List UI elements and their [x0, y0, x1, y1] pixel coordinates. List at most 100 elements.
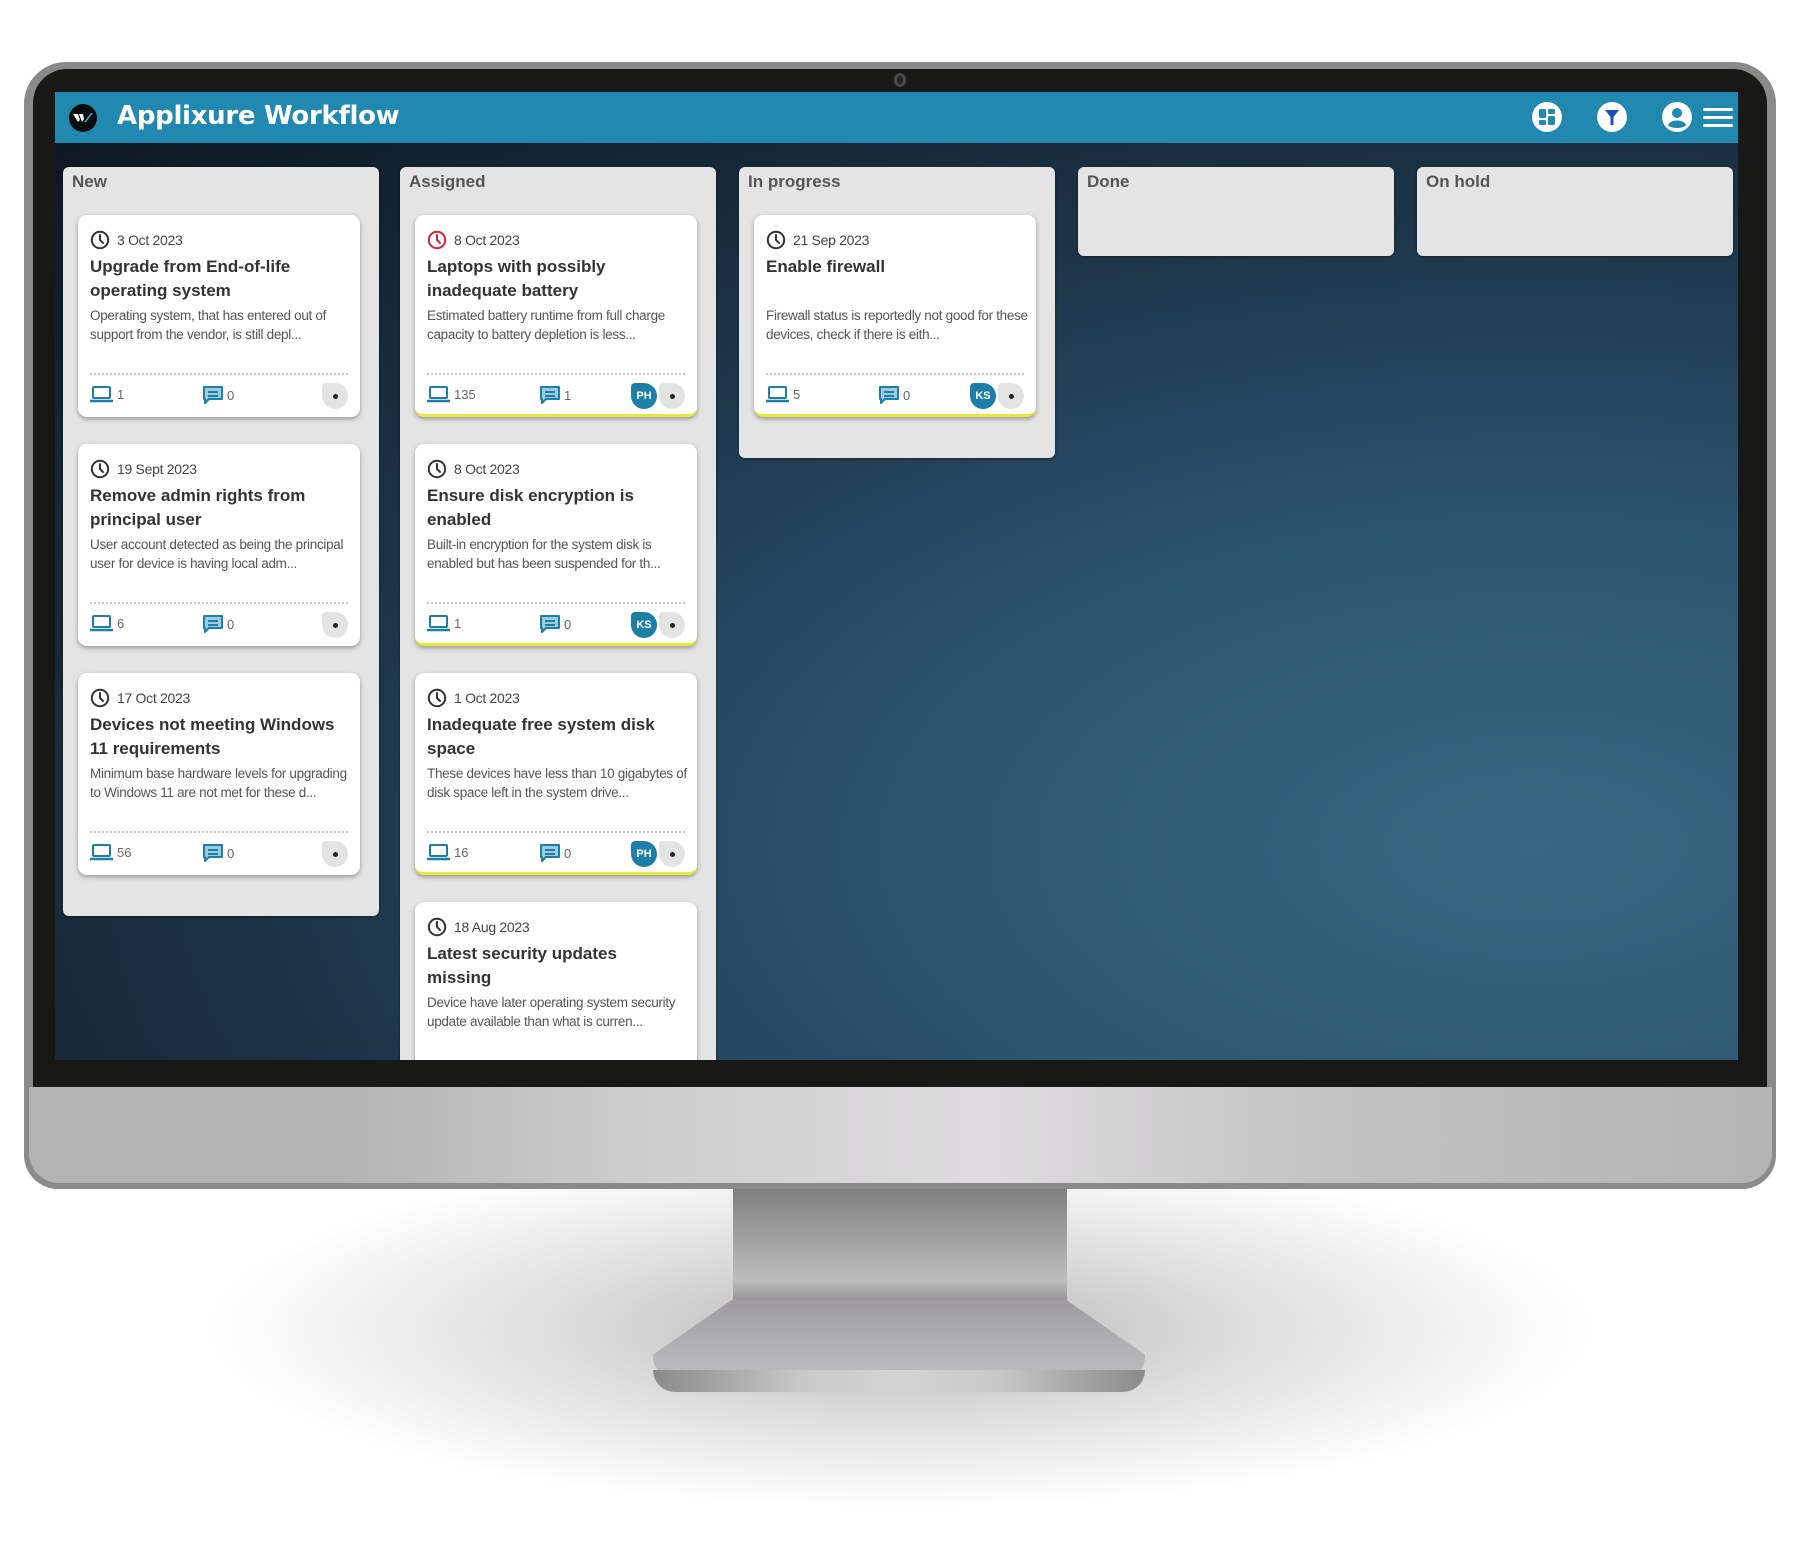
assign-user-button[interactable] — [322, 612, 348, 638]
due-date-row: 1 Oct 2023 — [427, 687, 520, 709]
hamburger-menu-icon[interactable] — [1701, 101, 1735, 133]
clock-icon — [427, 459, 447, 479]
comments-count: 0 — [564, 845, 572, 861]
comments-count-button[interactable]: 0 — [202, 385, 234, 405]
devices-count-button[interactable]: 16 — [427, 843, 468, 861]
column-title: On hold — [1426, 172, 1491, 191]
column-title: Done — [1087, 172, 1130, 191]
due-date: 18 Aug 2023 — [454, 919, 530, 935]
card-footer: 6 0 — [90, 612, 348, 638]
clock-icon — [427, 230, 447, 250]
comments-count: 1 — [564, 387, 572, 403]
monitor-chin — [29, 1087, 1772, 1183]
comments-count: 0 — [227, 387, 235, 403]
devices-count-button[interactable]: 5 — [766, 385, 800, 403]
due-date-row: 17 Oct 2023 — [90, 687, 190, 709]
task-card[interactable]: 1 Oct 2023 Inadequate free system disk s… — [415, 673, 697, 875]
due-date-row: 3 Oct 2023 — [90, 229, 183, 251]
due-date: 19 Sept 2023 — [117, 461, 197, 477]
clock-icon — [90, 230, 110, 250]
comment-icon — [540, 844, 560, 862]
card-description: Operating system, that has entered out o… — [90, 308, 327, 342]
due-date-row: 8 Oct 2023 — [427, 458, 520, 480]
assign-user-button[interactable] — [659, 612, 685, 638]
assign-user-button[interactable] — [998, 383, 1024, 409]
comments-count-button[interactable]: 0 — [202, 843, 234, 863]
comments-count-button[interactable]: 0 — [539, 614, 571, 634]
due-date-row: 19 Sept 2023 — [90, 458, 197, 480]
card-title: Laptops with possibly inadequate battery — [427, 257, 606, 300]
due-date: 8 Oct 2023 — [454, 232, 520, 248]
user-account-icon[interactable] — [1661, 101, 1693, 133]
task-card[interactable]: 18 Aug 2023 Latest security updates miss… — [415, 902, 697, 1060]
comment-icon — [540, 615, 560, 633]
task-card[interactable]: 8 Oct 2023 Laptops with possibly inadequ… — [415, 215, 697, 417]
due-date: 21 Sep 2023 — [793, 232, 870, 248]
card-footer: 1 0 KS — [427, 612, 685, 638]
assign-user-button[interactable] — [659, 383, 685, 409]
due-date-row: 8 Oct 2023 — [427, 229, 520, 251]
assignee-avatar[interactable]: PH — [631, 841, 657, 867]
task-card[interactable]: 19 Sept 2023 Remove admin rights from pr… — [78, 444, 360, 646]
dashboard-icon[interactable] — [1531, 101, 1563, 133]
card-divider — [427, 831, 685, 833]
devices-count-button[interactable]: 135 — [427, 385, 476, 403]
applixure-logo-icon[interactable] — [69, 104, 97, 132]
comments-count: 0 — [564, 616, 572, 632]
column-on-hold: On hold — [1417, 167, 1733, 256]
devices-count-button[interactable]: 1 — [90, 385, 124, 403]
card-title: Ensure disk encryption is enabled — [427, 486, 634, 529]
devices-count: 56 — [117, 844, 132, 860]
assign-user-button[interactable] — [659, 841, 685, 867]
assignee-avatar[interactable]: KS — [631, 612, 657, 638]
clock-icon — [90, 459, 110, 479]
app-screen: Applixure Workflow New 3 Oct 2023 Upgrad… — [55, 92, 1738, 1060]
task-card[interactable]: 3 Oct 2023 Upgrade from End-of-life oper… — [78, 215, 360, 417]
comment-icon — [203, 615, 223, 633]
card-title: Upgrade from End-of-life operating syste… — [90, 257, 291, 300]
devices-count-button[interactable]: 6 — [90, 614, 124, 632]
column-in-progress: In progress 21 Sep 2023 Enable firewall … — [739, 167, 1055, 458]
devices-count: 6 — [117, 615, 125, 631]
filter-icon[interactable] — [1596, 101, 1628, 133]
due-date: 1 Oct 2023 — [454, 690, 520, 706]
laptop-icon — [766, 386, 789, 403]
comments-count-button[interactable]: 0 — [202, 614, 234, 634]
task-card[interactable]: 21 Sep 2023 Enable firewall Firewall sta… — [754, 215, 1036, 417]
comments-count-button[interactable]: 1 — [539, 385, 571, 405]
devices-count-button[interactable]: 56 — [90, 843, 131, 861]
monitor-stand-base — [653, 1300, 1145, 1378]
card-divider — [766, 373, 1024, 375]
comments-count: 0 — [227, 616, 235, 632]
devices-count: 135 — [454, 386, 476, 402]
comments-count-button[interactable]: 0 — [878, 385, 910, 405]
column-assigned: Assigned 8 Oct 2023 Laptops with possibl… — [400, 167, 716, 1060]
clock-icon — [90, 688, 110, 708]
laptop-icon — [427, 844, 450, 861]
task-card[interactable]: 8 Oct 2023 Ensure disk encryption is ena… — [415, 444, 697, 646]
clock-icon — [427, 917, 447, 937]
assignee-avatar[interactable]: PH — [631, 383, 657, 409]
webcam-icon — [894, 73, 906, 87]
comments-count-button[interactable]: 0 — [539, 843, 571, 863]
due-date-row: 21 Sep 2023 — [766, 229, 869, 251]
card-divider — [90, 602, 348, 604]
comments-count: 0 — [903, 387, 911, 403]
devices-count-button[interactable]: 1 — [427, 614, 461, 632]
due-date: 8 Oct 2023 — [454, 461, 520, 477]
card-footer: 135 1 PH — [427, 383, 685, 409]
assign-user-button[interactable] — [322, 383, 348, 409]
due-date: 17 Oct 2023 — [117, 690, 190, 706]
card-title: Enable firewall — [766, 257, 886, 276]
column-title: New — [72, 172, 107, 191]
assign-user-button[interactable] — [322, 841, 348, 867]
card-divider — [90, 373, 348, 375]
clock-icon — [766, 230, 786, 250]
due-date: 3 Oct 2023 — [117, 232, 183, 248]
assignee-avatar[interactable]: KS — [970, 383, 996, 409]
card-description: Minimum base hardware levels for upgradi… — [90, 766, 347, 800]
card-title: Devices not meeting Windows 11 requireme… — [90, 715, 335, 758]
task-card[interactable]: 17 Oct 2023 Devices not meeting Windows … — [78, 673, 360, 875]
laptop-icon — [427, 386, 450, 403]
comment-icon — [879, 386, 899, 404]
